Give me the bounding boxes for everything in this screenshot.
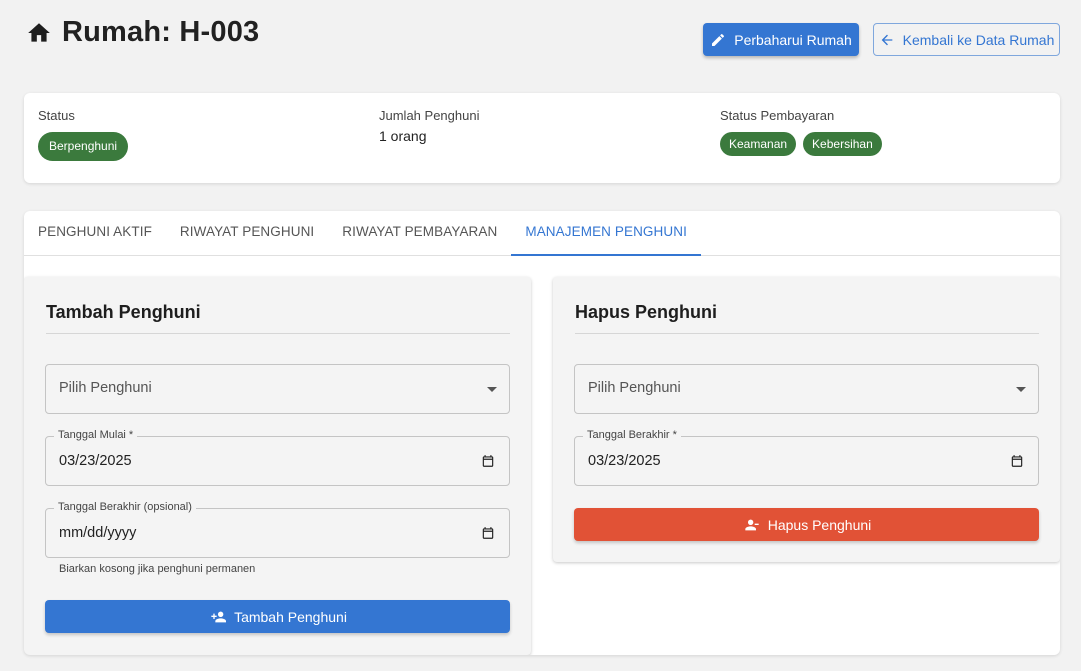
calendar-icon[interactable] <box>481 454 495 468</box>
residents-label: Jumlah Penghuni <box>379 108 480 123</box>
calendar-icon[interactable] <box>1010 454 1024 468</box>
status-label: Status <box>38 108 75 123</box>
remove-end-date-label: Tanggal Berakhir * <box>583 429 681 441</box>
tab-active-residents[interactable]: PENGHUNI AKTIF <box>24 211 166 256</box>
remove-resident-label: Hapus Penghuni <box>767 516 872 533</box>
status-section: Status Berpenghuni <box>38 108 129 161</box>
payment-label: Status Pembayaran <box>720 108 835 123</box>
tab-resident-management[interactable]: MANAJEMEN PENGHUNI <box>511 211 701 256</box>
remove-end-date-value: 03/23/2025 <box>588 453 661 469</box>
page-header: Rumah: H-003 <box>26 16 259 49</box>
person-add-icon <box>211 611 227 622</box>
remove-resident-button[interactable]: Hapus Penghuni <box>574 508 1039 541</box>
summary-card: Status Berpenghuni Jumlah Penghuni 1 ora… <box>24 93 1060 183</box>
status-badge: Berpenghuni <box>38 132 129 161</box>
tab-resident-history[interactable]: RIWAYAT PENGHUNI <box>166 211 328 256</box>
back-to-houses-button[interactable]: Kembali ke Data Rumah <box>873 23 1060 56</box>
tab-payment-history[interactable]: RIWAYAT PEMBAYARAN <box>328 211 511 256</box>
select-placeholder: Pilih Penghuni <box>588 380 681 396</box>
add-resident-select[interactable]: Pilih Penghuni <box>45 364 510 414</box>
person-remove-icon <box>745 519 759 530</box>
divider <box>575 333 1039 334</box>
remove-end-date-field[interactable]: Tanggal Berakhir * 03/23/2025 <box>574 429 1039 486</box>
end-date-label: Tanggal Berakhir (opsional) <box>54 501 196 513</box>
remove-resident-select[interactable]: Pilih Penghuni <box>574 364 1039 414</box>
end-date-value: mm/dd/yyyy <box>59 525 137 541</box>
start-date-field[interactable]: Tanggal Mulai * 03/23/2025 <box>45 429 510 486</box>
home-icon <box>28 22 50 42</box>
remove-resident-title: Hapus Penghuni <box>575 302 718 322</box>
payment-chip-kebersihan: Kebersihan <box>803 132 882 156</box>
start-date-label: Tanggal Mulai * <box>54 429 138 441</box>
add-resident-panel: Tambah Penghuni Pilih Penghuni Tanggal M… <box>24 277 531 655</box>
add-resident-button[interactable]: Tambah Penghuni <box>45 600 510 633</box>
start-date-value: 03/23/2025 <box>59 453 132 469</box>
remove-resident-panel: Hapus Penghuni Pilih Penghuni Tanggal Be… <box>553 277 1060 562</box>
calendar-icon[interactable] <box>481 526 495 540</box>
tab-bar: PENGHUNI AKTIF RIWAYAT PENGHUNI RIWAYAT … <box>24 211 1060 256</box>
payment-section: Status Pembayaran Keamanan Kebersihan <box>720 108 882 156</box>
payment-chip-keamanan: Keamanan <box>720 132 797 156</box>
page-title: Rumah: H-003 <box>62 16 260 48</box>
divider <box>46 333 510 334</box>
residents-value: 1 orang <box>379 128 427 144</box>
pencil-icon <box>712 33 725 46</box>
back-to-houses-label: Kembali ke Data Rumah <box>902 31 1055 48</box>
add-resident-label: Tambah Penghuni <box>234 608 347 625</box>
update-house-button[interactable]: Perbaharui Rumah <box>703 23 859 56</box>
update-house-label: Perbaharui Rumah <box>734 31 852 48</box>
add-resident-title: Tambah Penghuni <box>46 302 201 322</box>
arrow-left-icon <box>881 34 892 45</box>
end-date-field[interactable]: Tanggal Berakhir (opsional) mm/dd/yyyy <box>45 501 510 558</box>
residents-section: Jumlah Penghuni 1 orang <box>379 108 479 144</box>
end-date-helper: Biarkan kosong jika penghuni permanen <box>59 563 256 575</box>
select-placeholder: Pilih Penghuni <box>59 380 152 396</box>
dropdown-caret-icon <box>487 387 497 392</box>
resident-tabs-card: PENGHUNI AKTIF RIWAYAT PENGHUNI RIWAYAT … <box>24 211 1060 655</box>
dropdown-caret-icon <box>1016 387 1026 392</box>
